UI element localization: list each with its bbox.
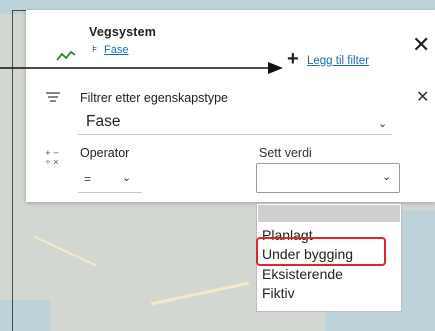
dropdown-option[interactable]: Fiktiv — [262, 285, 295, 302]
close-icon[interactable]: ✕ — [412, 34, 430, 56]
plus-icon[interactable]: + — [287, 49, 299, 69]
layer-title: Vegsystem — [89, 25, 157, 39]
value-select[interactable]: ⌄ — [256, 163, 400, 193]
map-road — [32, 235, 98, 267]
highlight-annotation-box — [256, 237, 386, 266]
map-water-area — [0, 300, 50, 331]
chevron-down-icon: ⌄ — [382, 171, 392, 183]
filter-chip-link[interactable]: Fase — [104, 44, 128, 56]
operator-value: = — [84, 172, 92, 186]
hierarchy-icon: ⊧ — [92, 44, 98, 55]
operator-select[interactable]: = ⌄ — [78, 164, 142, 193]
remove-filter-icon[interactable]: ✕ — [416, 90, 429, 106]
chevron-down-icon: ⌄ — [122, 172, 132, 184]
operator-label: Operator — [80, 146, 130, 160]
property-filter-label: Filtrer etter egenskapstype — [80, 91, 228, 105]
dropdown-option[interactable]: Eksisterende — [262, 266, 343, 283]
property-type-select[interactable]: Fase ⌄ — [78, 110, 392, 135]
add-filter-link[interactable]: Legg til filter — [307, 55, 369, 67]
trend-line-icon — [56, 50, 76, 61]
dropdown-option-empty[interactable] — [258, 205, 400, 222]
map-road — [150, 281, 250, 306]
frame-line-left — [12, 10, 13, 331]
value-label: Sett verdi — [259, 146, 312, 160]
plus-minus-times-icon: + − ÷ × — [45, 148, 59, 168]
property-type-value: Fase — [86, 113, 121, 130]
chevron-down-icon: ⌄ — [378, 118, 388, 130]
filter-lines-icon — [46, 92, 60, 102]
